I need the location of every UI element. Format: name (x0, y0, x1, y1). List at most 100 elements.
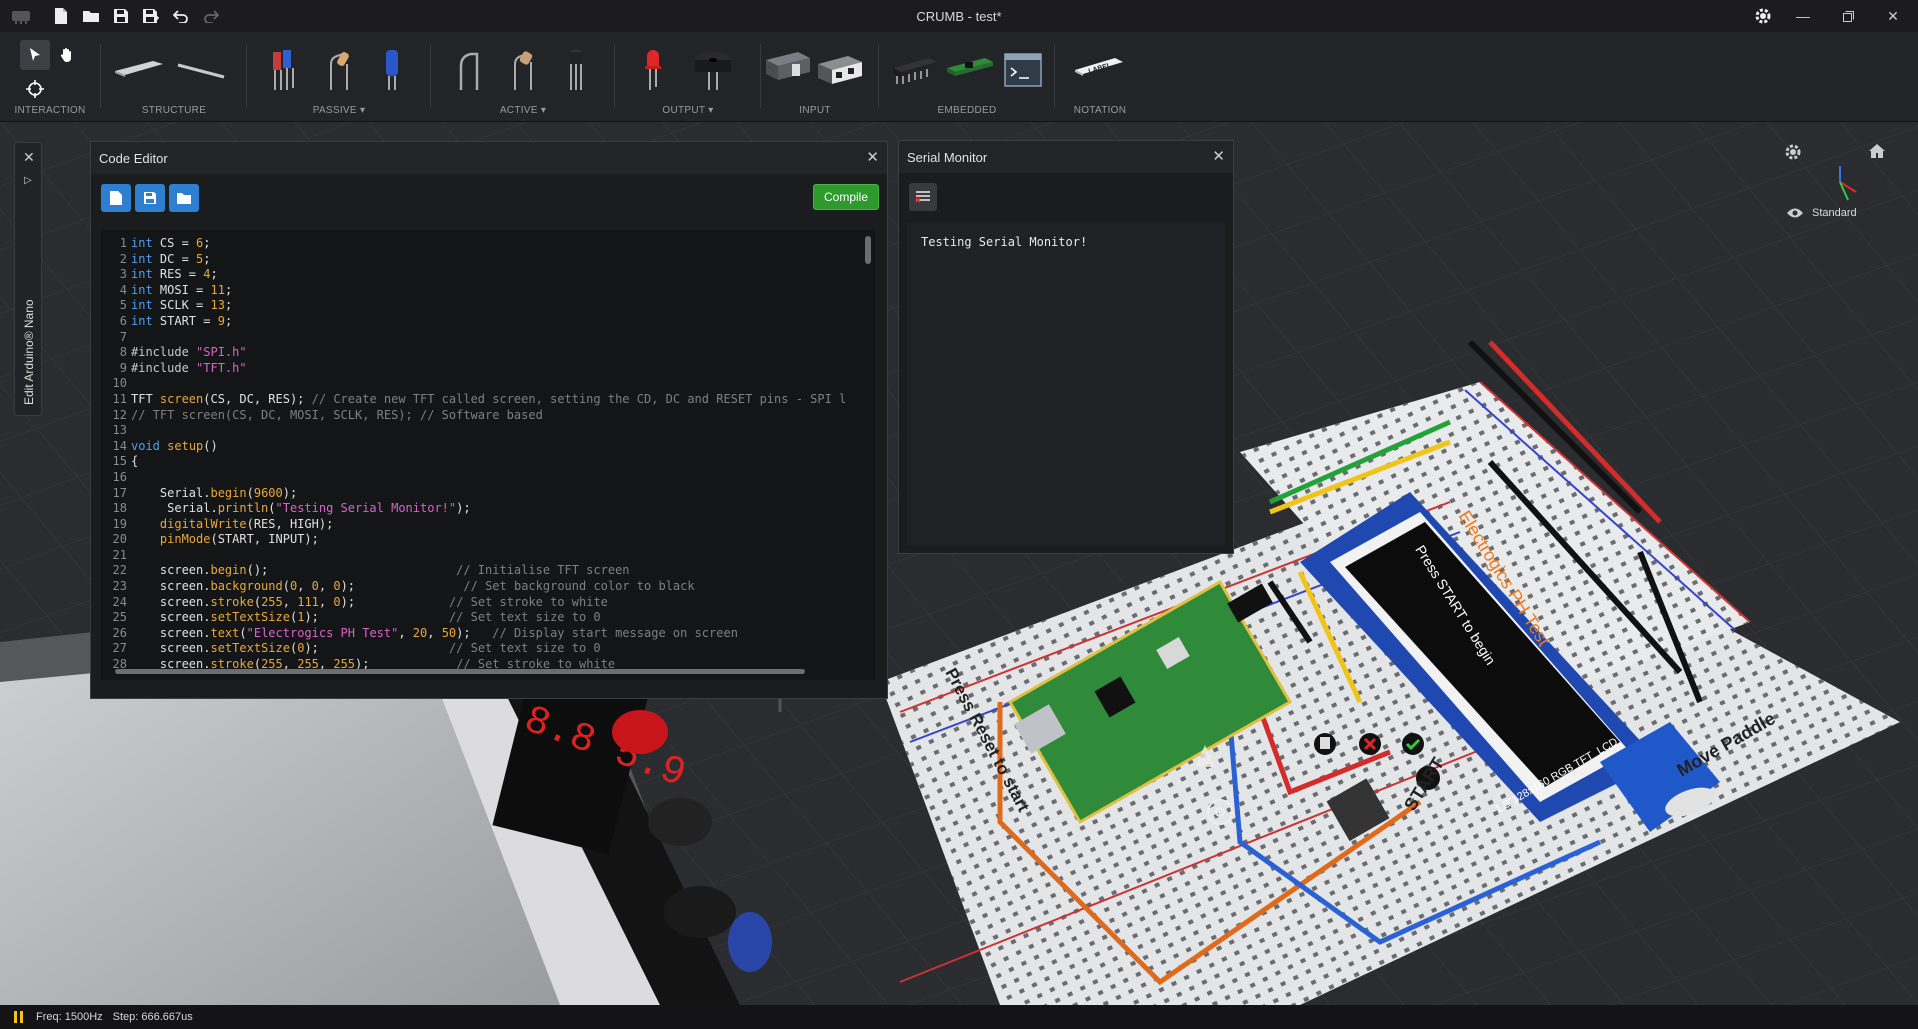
code-line: 7 (101, 330, 875, 346)
line-number: 10 (112, 376, 127, 391)
expand-side-tab-icon[interactable]: ▷ (24, 175, 32, 186)
close-code-editor-icon[interactable]: ✕ (866, 148, 879, 166)
ldr-icon[interactable] (496, 42, 550, 98)
line-number: 13 (112, 423, 127, 438)
serial-output-text: Testing Serial Monitor! (907, 223, 1225, 545)
toolbar-label-active[interactable]: ACTIVE ▾ (438, 105, 608, 116)
keypad-module-icon[interactable] (812, 42, 868, 98)
toolbar-group-notation: LABEL NOTATION (1062, 32, 1138, 122)
code-line-text: screen.setTextSize(1); // Set text size … (131, 610, 601, 625)
line-number: 18 (112, 501, 127, 516)
code-editor-header: Code Editor ✕ (91, 142, 887, 174)
toolbar-group-embedded: EMBEDDED (886, 32, 1048, 122)
led-icon[interactable] (626, 42, 680, 98)
code-line: 6 int START = 9; (101, 314, 875, 330)
code-line-text: #include "SPI.h" (131, 345, 247, 360)
save-icon[interactable] (106, 0, 136, 32)
code-line: 3 int RES = 4; (101, 267, 875, 283)
code-line: 11 TFT screen(CS, DC, RES); // Create new… (101, 392, 875, 408)
compile-button[interactable]: Compile (813, 184, 879, 210)
clear-output-icon[interactable] (909, 183, 937, 211)
toolbar-label-structure: STRUCTURE (141, 105, 207, 116)
code-line: 23 screen.background(0, 0, 0); // Set ba… (101, 579, 875, 595)
diode-icon[interactable] (442, 42, 496, 98)
code-line: 10 (101, 376, 875, 392)
save-as-icon[interactable] (136, 0, 166, 32)
open-folder-icon[interactable] (76, 0, 106, 32)
line-number: 17 (112, 485, 127, 500)
axis-orientation-icon[interactable] (1826, 162, 1860, 207)
code-vertical-scrollbar[interactable] (865, 236, 871, 264)
code-horizontal-scrollbar[interactable] (115, 669, 805, 674)
undo-icon[interactable] (166, 0, 196, 32)
app-logo-icon (6, 0, 36, 32)
capacitor-icon[interactable] (366, 42, 420, 98)
code-line: 9 #include "TFT.h" (101, 361, 875, 377)
code-line-text: { (131, 454, 139, 469)
wire-component-icon[interactable] (174, 42, 228, 98)
new-file-icon[interactable] (46, 0, 76, 32)
code-line-text: screen.stroke(255, 111, 0); // Set strok… (131, 594, 608, 609)
code-line: 13 (101, 423, 875, 439)
close-window-icon[interactable]: ✕ (1870, 0, 1916, 32)
toolbar-label-passive[interactable]: PASSIVE ▾ (254, 105, 424, 116)
ic-chip-icon[interactable] (888, 42, 942, 98)
toolbar-group-active: ACTIVE ▾ (438, 32, 608, 122)
serial-monitor-panel: Serial Monitor ✕ Testing Serial Monitor! (898, 140, 1234, 554)
terminal-icon[interactable] (996, 42, 1050, 98)
pause-simulation-icon[interactable] (14, 1011, 28, 1023)
title-bar: CRUMB - test* — ✕ (0, 0, 1918, 32)
code-editor-panel: Code Editor ✕ Compile 1 int CS = 6; 2 int D… (90, 141, 888, 699)
line-number: 8 (119, 345, 127, 360)
minimize-icon[interactable]: — (1780, 0, 1826, 32)
line-number: 6 (119, 313, 127, 328)
resistor-icon[interactable] (312, 42, 366, 98)
code-line-text: int DC = 5; (131, 251, 211, 266)
new-code-file-icon[interactable] (101, 184, 131, 212)
transistor-icon[interactable] (550, 42, 604, 98)
code-line-text: // TFT screen(CS, DC, MOSI, SCLK, RES); … (131, 407, 543, 422)
save-code-icon[interactable] (135, 184, 165, 212)
edit-arduino-label[interactable]: Edit Arduino® Nano (22, 285, 36, 405)
code-line: 15 { (101, 454, 875, 470)
toolbar-group-output: OUTPUT ▾ (622, 32, 754, 122)
code-line-text: screen.background(0, 0, 0); // Set backg… (131, 579, 695, 594)
line-number: 12 (112, 407, 127, 422)
code-line-text: int RES = 4; (131, 267, 218, 282)
microcontroller-board-icon[interactable] (942, 42, 996, 98)
line-number: 9 (119, 360, 127, 375)
line-number: 15 (112, 454, 127, 469)
serial-monitor-header: Serial Monitor ✕ (899, 141, 1233, 173)
close-side-tab-icon[interactable]: ✕ (23, 149, 35, 166)
code-line-text: #include "TFT.h" (131, 360, 247, 375)
eye-icon[interactable] (1786, 206, 1804, 224)
code-line-text: TFT screen(CS, DC, RES); // Create new T… (131, 391, 847, 406)
home-view-icon[interactable] (1868, 143, 1886, 164)
view-mode-label[interactable]: Standard (1812, 207, 1857, 219)
hand-grab-icon[interactable] (52, 40, 82, 70)
code-line: 17 Serial.begin(9600); (101, 486, 875, 502)
code-line-text: void setup() (131, 438, 218, 453)
code-line-text: pinMode(START, INPUT); (159, 532, 319, 547)
breadboard-component-icon[interactable] (112, 42, 166, 98)
slide-switch-icon[interactable] (760, 42, 816, 98)
line-number: 21 (112, 547, 127, 562)
toolbar-label-output[interactable]: OUTPUT ▾ (622, 105, 754, 116)
code-line-text: screen.begin(); // Initialise TFT screen (131, 563, 630, 578)
view-settings-gear-icon[interactable] (1784, 143, 1802, 166)
code-line: 22 screen.begin(); // Initialise TFT scr… (101, 563, 875, 579)
maximize-icon[interactable] (1825, 0, 1871, 32)
code-text-area[interactable]: 1 int CS = 6; 2 int DC = 5; 3 int RES = 4; 4 in… (101, 230, 875, 680)
redo-icon[interactable] (196, 0, 226, 32)
open-code-folder-icon[interactable] (169, 184, 199, 212)
code-line: 14 void setup() (101, 439, 875, 455)
component-context-actions (1314, 733, 1424, 755)
label-tag-icon[interactable]: LABEL (1072, 42, 1126, 98)
buzzer-icon[interactable] (686, 42, 740, 98)
crosshair-icon[interactable] (20, 74, 50, 104)
toolbar-label-embedded: EMBEDDED (937, 105, 997, 116)
line-number: 24 (112, 594, 127, 609)
select-pointer-icon[interactable] (20, 40, 50, 70)
potentiometer-icon[interactable] (258, 42, 312, 98)
close-serial-monitor-icon[interactable]: ✕ (1212, 147, 1225, 165)
